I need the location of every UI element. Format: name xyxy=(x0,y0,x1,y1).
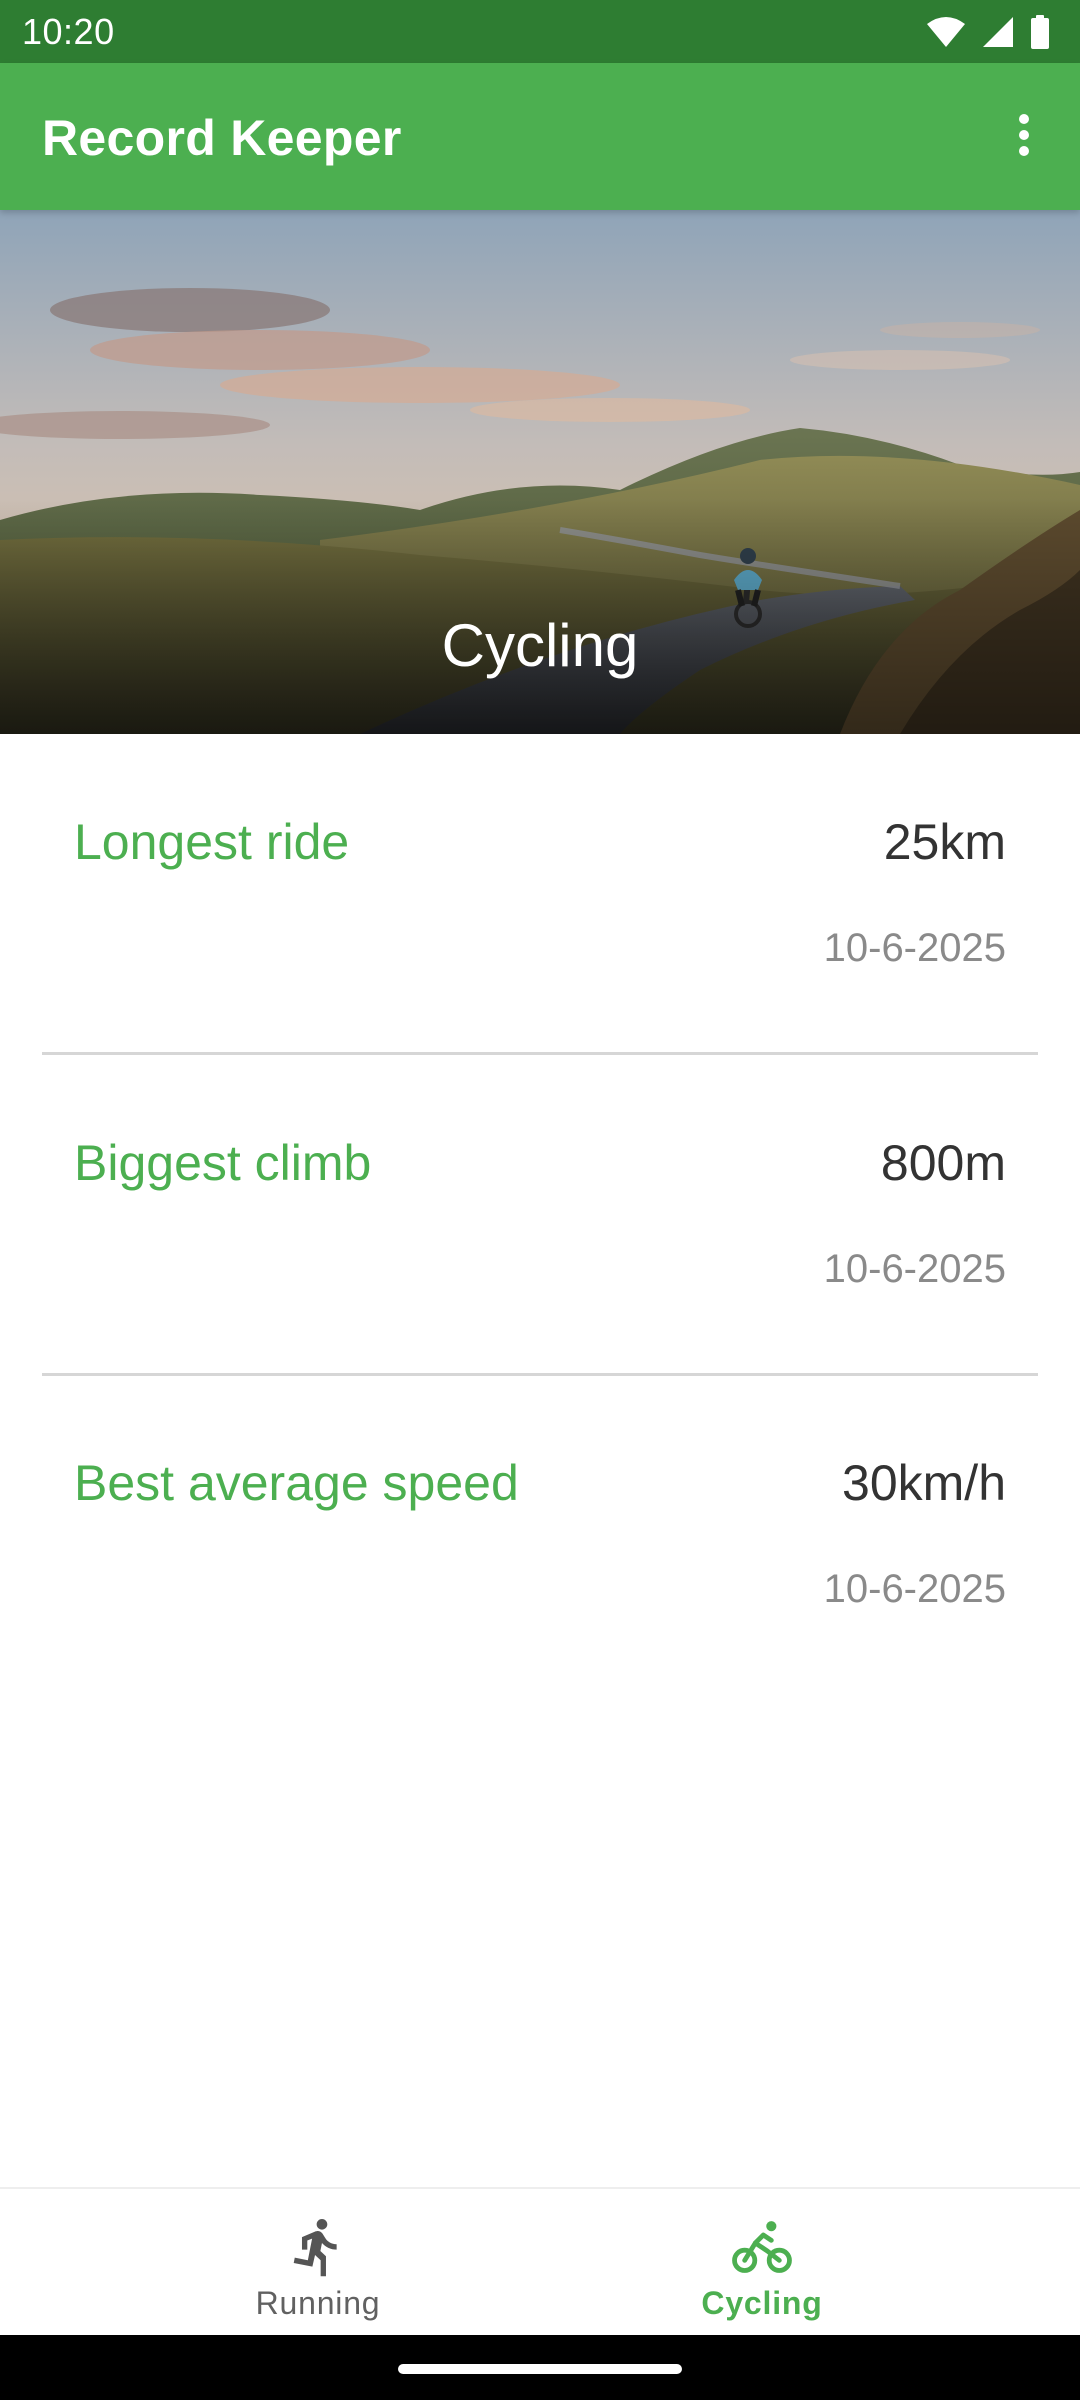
app-bar: Record Keeper xyxy=(0,63,1080,210)
record-date: 10-6-2025 xyxy=(823,1247,1006,1291)
record-label: Longest ride xyxy=(74,814,350,870)
running-icon xyxy=(286,2215,350,2279)
bottom-navigation: Running Cycling xyxy=(0,2187,1080,2337)
more-vert-icon xyxy=(1018,113,1030,162)
hero-banner: Cycling xyxy=(0,210,1080,734)
record-item-longest-ride[interactable]: Longest ride 25km 10-6-2025 xyxy=(0,734,1080,1054)
status-time: 10:20 xyxy=(22,11,115,52)
record-date: 10-6-2025 xyxy=(823,1567,1006,1611)
record-value: 30km/h xyxy=(842,1455,1006,1511)
cellular-signal-icon xyxy=(982,16,1014,48)
overflow-menu-button[interactable] xyxy=(988,101,1060,173)
record-item-biggest-climb[interactable]: Biggest climb 800m 10-6-2025 xyxy=(0,1055,1080,1375)
sport-title: Cycling xyxy=(441,612,639,679)
nav-item-cycling[interactable]: Cycling xyxy=(492,2189,1032,2337)
record-item-best-average-speed[interactable]: Best average speed 30km/h 10-6-2025 xyxy=(0,1375,1080,1695)
record-date: 10-6-2025 xyxy=(823,926,1006,970)
system-navigation-bar xyxy=(0,2335,1080,2400)
home-gesture-handle[interactable] xyxy=(398,2364,682,2374)
battery-icon xyxy=(1030,15,1050,49)
record-value: 800m xyxy=(880,1135,1006,1191)
status-bar: 10:20 xyxy=(0,0,1080,63)
wifi-icon xyxy=(926,16,966,48)
app-title: Record Keeper xyxy=(42,110,402,166)
record-value: 25km xyxy=(883,814,1006,870)
record-label: Biggest climb xyxy=(74,1135,372,1191)
status-icons xyxy=(926,12,1050,52)
nav-label-cycling: Cycling xyxy=(701,2285,823,2321)
record-label: Best average speed xyxy=(74,1455,519,1511)
cycling-icon xyxy=(730,2215,794,2279)
